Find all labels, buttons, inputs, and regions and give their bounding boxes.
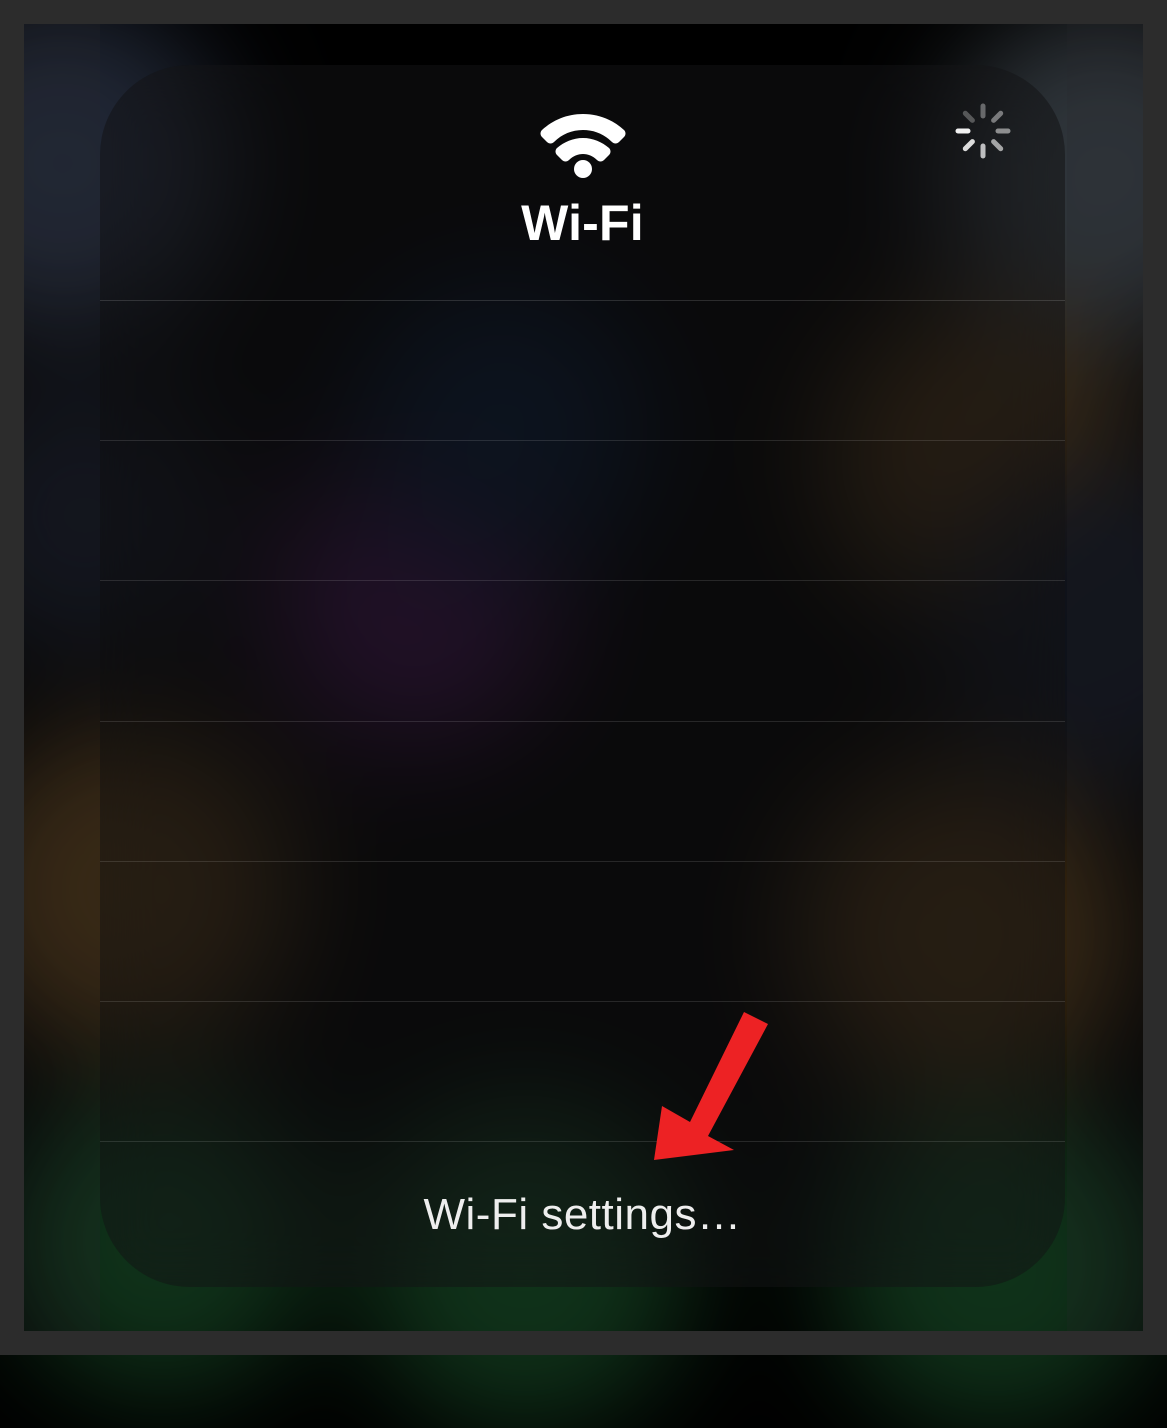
wifi-settings-label: Wi-Fi settings… xyxy=(424,1190,742,1240)
background-strip-left xyxy=(24,0,100,1355)
network-row-empty xyxy=(100,441,1065,581)
network-list xyxy=(100,301,1065,1141)
wifi-panel: Wi-Fi Wi-Fi settings… xyxy=(100,65,1065,1287)
network-row-empty xyxy=(100,862,1065,1002)
wifi-icon xyxy=(540,114,626,178)
wifi-settings-button[interactable]: Wi-Fi settings… xyxy=(100,1141,1065,1287)
network-row-empty xyxy=(100,301,1065,441)
network-row-empty xyxy=(100,1002,1065,1141)
network-row-empty xyxy=(100,722,1065,862)
network-row-empty xyxy=(100,581,1065,721)
panel-header: Wi-Fi xyxy=(100,65,1065,301)
loading-spinner-icon xyxy=(953,101,1013,161)
background-strip-right xyxy=(1067,0,1143,1355)
panel-title: Wi-Fi xyxy=(521,194,644,252)
